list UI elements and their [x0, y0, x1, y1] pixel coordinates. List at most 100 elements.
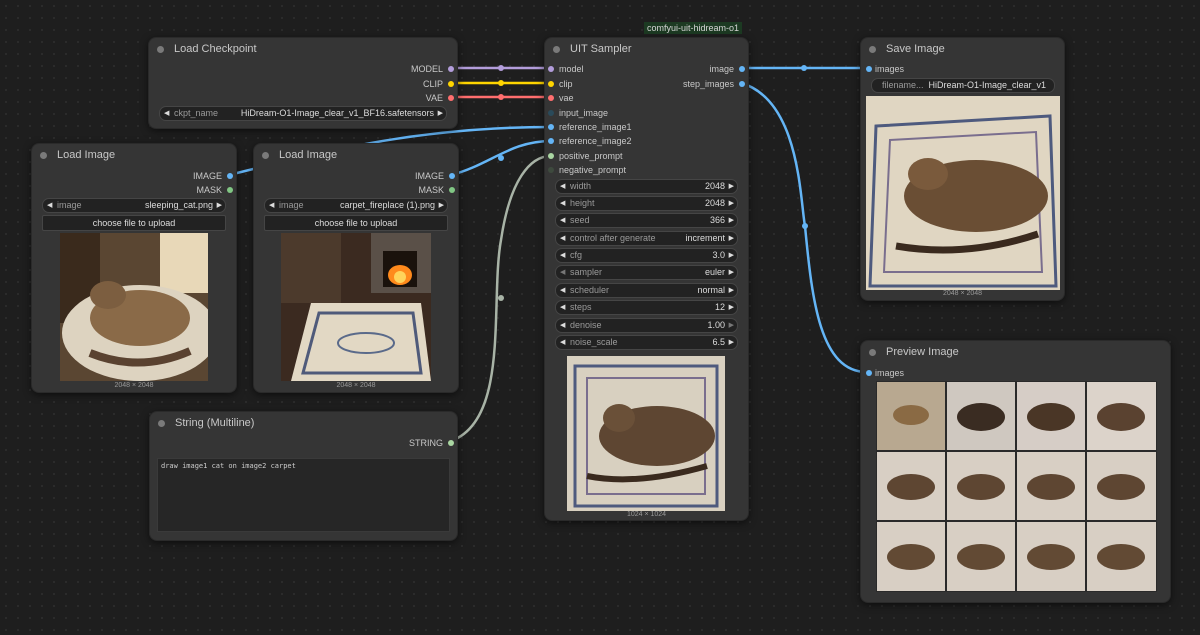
uit-sampler-node[interactable]: UIT Sampler model clip vae input_image r… — [544, 37, 749, 521]
image-size-caption: 1024 × 1024 — [626, 511, 667, 518]
sampler-widget[interactable]: ◀ sampler euler ▶ — [555, 265, 738, 280]
input-reference-image1: reference_image1 — [559, 122, 632, 132]
arrow-right-icon: ▶ — [728, 252, 734, 259]
arrow-right-icon: ▶ — [728, 339, 734, 346]
node-title: Load Image — [57, 149, 116, 161]
seed-widget[interactable]: ◀ seed 366 ▶ — [555, 213, 738, 228]
image-size-caption: 2048 × 2048 — [114, 382, 154, 389]
output-slot-image[interactable] — [227, 173, 233, 179]
output-string: STRING — [408, 438, 443, 448]
noise-scale-widget[interactable]: ◀ noise_scale 6.5 ▶ — [555, 335, 738, 350]
sampler-output-preview — [567, 356, 725, 511]
output-slot-mask[interactable] — [449, 187, 455, 193]
node-header[interactable]: Load Image — [32, 144, 236, 166]
input-clip: clip — [559, 79, 573, 89]
input-slot-reference-image1[interactable] — [548, 124, 554, 130]
output-slot-vae[interactable] — [448, 95, 454, 101]
output-slot-model[interactable] — [448, 66, 454, 72]
node-header[interactable]: Preview Image — [861, 341, 1170, 363]
arrow-left-icon[interactable]: ◀ — [164, 107, 169, 120]
arrow-right-icon: ▶ — [728, 217, 734, 224]
output-image: IMAGE — [192, 171, 222, 181]
ckpt-name-combo[interactable]: ◀ ckpt_name HiDream-O1-Image_clear_v1_BF… — [159, 106, 447, 121]
step-images-grid — [876, 381, 1157, 592]
save-image-node[interactable]: Save Image images filename... HiDream-O1… — [860, 37, 1065, 301]
steps-widget[interactable]: ◀ steps 12 ▶ — [555, 300, 738, 315]
arrow-left-icon: ◀ — [560, 200, 566, 207]
arrow-left-icon: ◀ — [560, 339, 566, 346]
output-mask: MASK — [196, 185, 222, 195]
input-slot-model[interactable] — [548, 66, 554, 72]
arrow-right-icon: ▶ — [728, 269, 734, 276]
preview-image-node[interactable]: Preview Image images — [860, 340, 1171, 603]
input-negative-prompt: negative_prompt — [559, 165, 627, 175]
collapse-dot-icon[interactable] — [553, 45, 560, 53]
output-slot-mask[interactable] — [227, 187, 233, 193]
input-slot-images[interactable] — [866, 66, 872, 72]
cfg-widget[interactable]: ◀ cfg 3.0 ▶ — [555, 248, 738, 263]
collapse-dot-icon[interactable] — [40, 151, 47, 159]
arrow-right-icon[interactable]: ▶ — [217, 199, 222, 212]
link-positive-prompt — [450, 154, 552, 443]
input-images: images — [875, 64, 905, 74]
output-image: IMAGE — [414, 171, 444, 181]
group-title: comfyui-uit-hidream-o1 — [644, 22, 743, 34]
load-image-node-2[interactable]: Load Image IMAGE MASK ◀ image carpet_fir… — [253, 143, 459, 393]
output-slot-image[interactable] — [739, 66, 745, 72]
upload-button[interactable]: choose file to upload — [42, 215, 226, 231]
filename-prefix-widget[interactable]: filename... HiDream-O1-Image_clear_v1 — [871, 78, 1055, 93]
load-checkpoint-node[interactable]: Load Checkpoint MODEL CLIP VAE ◀ ckpt_na… — [148, 37, 458, 129]
node-title: Save Image — [886, 43, 945, 55]
arrow-left-icon[interactable]: ◀ — [47, 199, 52, 212]
node-header[interactable]: Save Image — [861, 38, 1064, 60]
scheduler-widget[interactable]: ◀ scheduler normal ▶ — [555, 283, 738, 298]
arrow-right-icon[interactable]: ▶ — [439, 199, 444, 212]
prompt-textarea[interactable]: draw image1 cat on image2 carpet — [157, 458, 450, 532]
arrow-left-icon: ◀ — [560, 252, 566, 259]
width-widget[interactable]: ◀ width 2048 ▶ — [555, 179, 738, 194]
input-slot-positive-prompt[interactable] — [548, 153, 554, 159]
control-after-generate-widget[interactable]: ◀ control after generate increment ▶ — [555, 231, 738, 246]
node-header[interactable]: String (Multiline) — [150, 412, 457, 434]
input-positive-prompt: positive_prompt — [559, 151, 623, 161]
input-slot-input-image[interactable] — [548, 110, 554, 116]
output-slot-clip[interactable] — [448, 81, 454, 87]
string-multiline-node[interactable]: String (Multiline) STRING draw image1 ca… — [149, 411, 458, 541]
image-combo[interactable]: ◀ image carpet_fireplace (1).png ▶ — [264, 198, 448, 213]
input-input-image: input_image — [559, 108, 609, 118]
output-slot-image[interactable] — [449, 173, 455, 179]
arrow-left-icon[interactable]: ◀ — [269, 199, 274, 212]
arrow-right-icon[interactable]: ▶ — [438, 107, 443, 120]
cat-image-preview — [60, 233, 208, 381]
input-slot-negative-prompt[interactable] — [548, 167, 554, 173]
input-slot-images[interactable] — [866, 370, 872, 376]
image-size-caption: 2048 × 2048 — [942, 290, 983, 297]
arrow-right-icon: ▶ — [728, 235, 734, 242]
node-header[interactable]: Load Checkpoint — [149, 38, 457, 60]
input-reference-image2: reference_image2 — [559, 136, 632, 146]
node-header[interactable]: UIT Sampler — [545, 38, 748, 60]
node-title: Load Image — [279, 149, 338, 161]
upload-button[interactable]: choose file to upload — [264, 215, 448, 231]
load-image-node-1[interactable]: Load Image IMAGE MASK ◀ image sleeping_c… — [31, 143, 237, 393]
output-model: MODEL — [410, 64, 443, 74]
image-combo[interactable]: ◀ image sleeping_cat.png ▶ — [42, 198, 226, 213]
collapse-dot-icon[interactable] — [157, 45, 164, 53]
collapse-dot-icon[interactable] — [869, 348, 876, 356]
arrow-right-icon: ▶ — [728, 322, 734, 329]
collapse-dot-icon[interactable] — [158, 419, 165, 427]
arrow-left-icon: ◀ — [560, 183, 566, 190]
collapse-dot-icon[interactable] — [869, 45, 876, 53]
output-slot-string[interactable] — [448, 440, 454, 446]
denoise-widget[interactable]: ◀ denoise 1.00 ▶ — [555, 318, 738, 333]
height-widget[interactable]: ◀ height 2048 ▶ — [555, 196, 738, 211]
node-title: Load Checkpoint — [174, 43, 257, 55]
output-vae: VAE — [425, 93, 443, 103]
node-header[interactable]: Load Image — [254, 144, 458, 166]
input-slot-reference-image2[interactable] — [548, 138, 554, 144]
collapse-dot-icon[interactable] — [262, 151, 269, 159]
input-slot-vae[interactable] — [548, 95, 554, 101]
output-slot-step-images[interactable] — [739, 81, 745, 87]
input-slot-clip[interactable] — [548, 81, 554, 87]
arrow-right-icon: ▶ — [728, 304, 734, 311]
